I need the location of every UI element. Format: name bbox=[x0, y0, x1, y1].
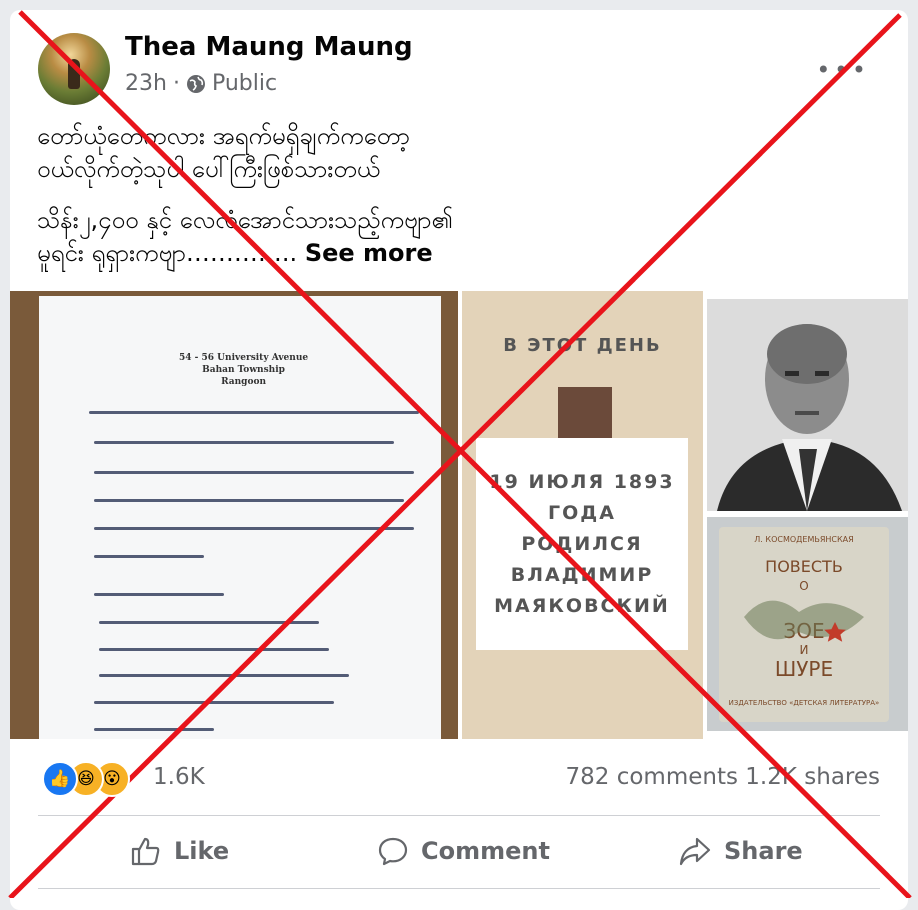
divider bbox=[38, 815, 880, 816]
post-time[interactable]: 23h bbox=[125, 71, 167, 96]
portrait-image bbox=[707, 299, 908, 511]
comment-bubble-icon bbox=[378, 837, 408, 866]
reaction-count[interactable]: 1.6K bbox=[153, 764, 205, 790]
see-more-link[interactable]: See more bbox=[305, 239, 433, 267]
photo-poster[interactable]: В ЭТОТ ДЕНЬ 19 ИЮЛЯ 1893 ГОДА РОДИЛСЯ ВЛ… bbox=[462, 291, 703, 739]
like-reaction-icon: 👍 bbox=[42, 761, 78, 797]
share-button[interactable]: Share bbox=[678, 835, 803, 867]
author-avatar[interactable] bbox=[38, 33, 110, 105]
post-text-line: သိန်း၂,၄၀၀ နှင့် လေလံအောင်သားသည့်ကဗျာ၏ bbox=[37, 206, 453, 234]
visibility-label: Public bbox=[211, 71, 278, 96]
post-text-paragraph-1: တော်ယုံတေကလား အရက်မရှိချက်ကတော့ ဝယ်လိုက်… bbox=[37, 120, 577, 186]
like-label: Like bbox=[174, 837, 230, 865]
share-arrow-icon bbox=[679, 837, 711, 866]
reaction-icons[interactable]: 👍 😆 😮 bbox=[42, 761, 130, 797]
post-text-paragraph-2: သိန်း၂,၄၀၀ နှင့် လေလံအောင်သားသည့်ကဗျာ၏ မ… bbox=[37, 204, 577, 270]
photo-grid: 54 - 56 University Avenue Bahan Township… bbox=[10, 291, 908, 739]
more-options-icon[interactable]: • • • bbox=[816, 56, 866, 84]
book-cover: Л. КОСМОДЕМЬЯНСКАЯ ПОВЕСТЬ О ЗОЕ И ШУРЕ … bbox=[719, 527, 889, 722]
globe-icon bbox=[186, 74, 205, 93]
photo-portrait[interactable] bbox=[707, 299, 908, 511]
divider bbox=[38, 888, 880, 889]
photo-letter[interactable]: 54 - 56 University Avenue Bahan Township… bbox=[10, 291, 458, 739]
author-name[interactable]: Thea Maung Maung bbox=[125, 32, 413, 62]
share-count[interactable]: 1.2K shares bbox=[745, 764, 880, 790]
meta-separator: · bbox=[172, 71, 180, 96]
photo-book[interactable]: Л. КОСМОДЕМЬЯНСКАЯ ПОВЕСТЬ О ЗОЕ И ШУРЕ … bbox=[707, 517, 908, 731]
post-meta: 23h · Public bbox=[125, 71, 277, 96]
handwritten-letter: 54 - 56 University Avenue Bahan Township… bbox=[39, 296, 441, 739]
engagement-stats: 782 comments 1.2K shares bbox=[566, 764, 881, 790]
post-text-line: မူရင်း ရုရှားကဗျာ………….. See more bbox=[37, 239, 433, 267]
letter-address: 54 - 56 University Avenue Bahan Township… bbox=[179, 353, 309, 387]
post-text-line: တော်ယုံတေကလား အရက်မရှိချက်ကတော့ bbox=[37, 122, 410, 150]
comment-label: Comment bbox=[421, 837, 550, 865]
poster-text-box: 19 ИЮЛЯ 1893 ГОДА РОДИЛСЯ ВЛАДИМИР МАЯКО… bbox=[476, 438, 688, 650]
comment-button[interactable]: Comment bbox=[377, 835, 550, 867]
poster-square bbox=[558, 387, 612, 441]
comment-count[interactable]: 782 comments bbox=[566, 764, 738, 790]
share-label: Share bbox=[724, 837, 803, 865]
post-text-line: ဝယ်လိုက်တဲ့သုပါ ပေါ်ကြီးဖြစ်သားတယ် bbox=[37, 155, 381, 183]
poster-heading: В ЭТОТ ДЕНЬ bbox=[503, 335, 662, 356]
like-button[interactable]: Like bbox=[130, 835, 229, 867]
thumbs-up-icon bbox=[131, 837, 160, 866]
book-illustration bbox=[744, 600, 864, 642]
